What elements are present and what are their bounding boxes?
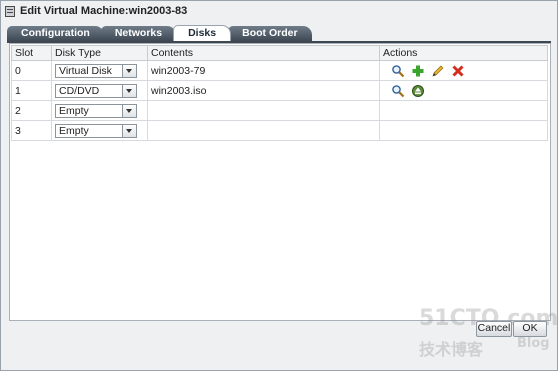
actions-cell: [379, 120, 548, 141]
chevron-down-icon[interactable]: [122, 64, 136, 77]
table-row: 2 Empty: [11, 100, 548, 121]
ok-button[interactable]: OK: [513, 321, 547, 337]
window-icon: [5, 5, 15, 17]
watermark-subtitle: 技术博客: [419, 340, 484, 359]
eject-icon[interactable]: [411, 84, 425, 98]
actions-cell: [379, 80, 548, 101]
disks-panel: Slot Disk Type Contents Actions 0 Virtua…: [9, 43, 551, 321]
chevron-down-icon[interactable]: [122, 104, 136, 117]
disk-type-cell: Empty: [51, 120, 148, 141]
column-header-slot[interactable]: Slot: [11, 45, 52, 61]
actions-cell: [379, 100, 548, 121]
disk-type-select[interactable]: Virtual Disk: [55, 63, 137, 78]
disk-type-cell: Empty: [51, 100, 148, 121]
disk-type-value: CD/DVD: [59, 84, 100, 97]
title-bar: Edit Virtual Machine:win2003-83: [1, 1, 557, 21]
column-header-contents[interactable]: Contents: [147, 45, 380, 61]
disk-type-select[interactable]: Empty: [55, 123, 137, 138]
dialog-title: Edit Virtual Machine:win2003-83: [20, 5, 188, 17]
disk-type-value: Empty: [59, 124, 89, 137]
contents-cell: [147, 100, 380, 121]
disk-type-select[interactable]: Empty: [55, 103, 137, 118]
table-row: 1 CD/DVD win2003.iso: [11, 80, 548, 101]
chevron-down-icon[interactable]: [122, 124, 136, 137]
contents-cell: win2003-79: [147, 60, 380, 81]
disks-table: Slot Disk Type Contents Actions 0 Virtua…: [11, 45, 548, 141]
tab-bar: Configuration Networks Disks Boot Order: [7, 25, 312, 41]
slot-cell: 0: [11, 60, 52, 81]
tab-boot-order[interactable]: Boot Order: [228, 26, 312, 41]
disk-type-cell: Virtual Disk: [51, 60, 148, 81]
cancel-button[interactable]: Cancel: [476, 321, 512, 337]
slot-cell: 1: [11, 80, 52, 101]
table-header: Slot Disk Type Contents Actions: [11, 45, 548, 61]
slot-cell: 3: [11, 120, 52, 141]
slot-cell: 2: [11, 100, 52, 121]
contents-cell: [147, 120, 380, 141]
search-icon[interactable]: [391, 64, 405, 78]
search-icon[interactable]: [391, 84, 405, 98]
actions-cell: [379, 60, 548, 81]
chevron-down-icon[interactable]: [122, 84, 136, 97]
tab-configuration[interactable]: Configuration: [7, 26, 104, 41]
disk-type-value: Empty: [59, 104, 89, 117]
column-header-actions[interactable]: Actions: [379, 45, 548, 61]
contents-cell: win2003.iso: [147, 80, 380, 101]
tab-networks[interactable]: Networks: [100, 26, 177, 41]
disk-type-select[interactable]: CD/DVD: [55, 83, 137, 98]
edit-icon[interactable]: [431, 64, 445, 78]
disk-type-value: Virtual Disk: [59, 64, 112, 77]
add-icon[interactable]: [411, 64, 425, 78]
column-header-disk-type[interactable]: Disk Type: [51, 45, 148, 61]
delete-icon[interactable]: [451, 64, 465, 78]
table-row: 0 Virtual Disk win2003-79: [11, 60, 548, 81]
tab-disks[interactable]: Disks: [173, 25, 232, 41]
table-row: 3 Empty: [11, 120, 548, 141]
edit-vm-dialog: Edit Virtual Machine:win2003-83 Configur…: [0, 0, 558, 371]
disk-type-cell: CD/DVD: [51, 80, 148, 101]
watermark-blog: Blog: [517, 336, 550, 351]
